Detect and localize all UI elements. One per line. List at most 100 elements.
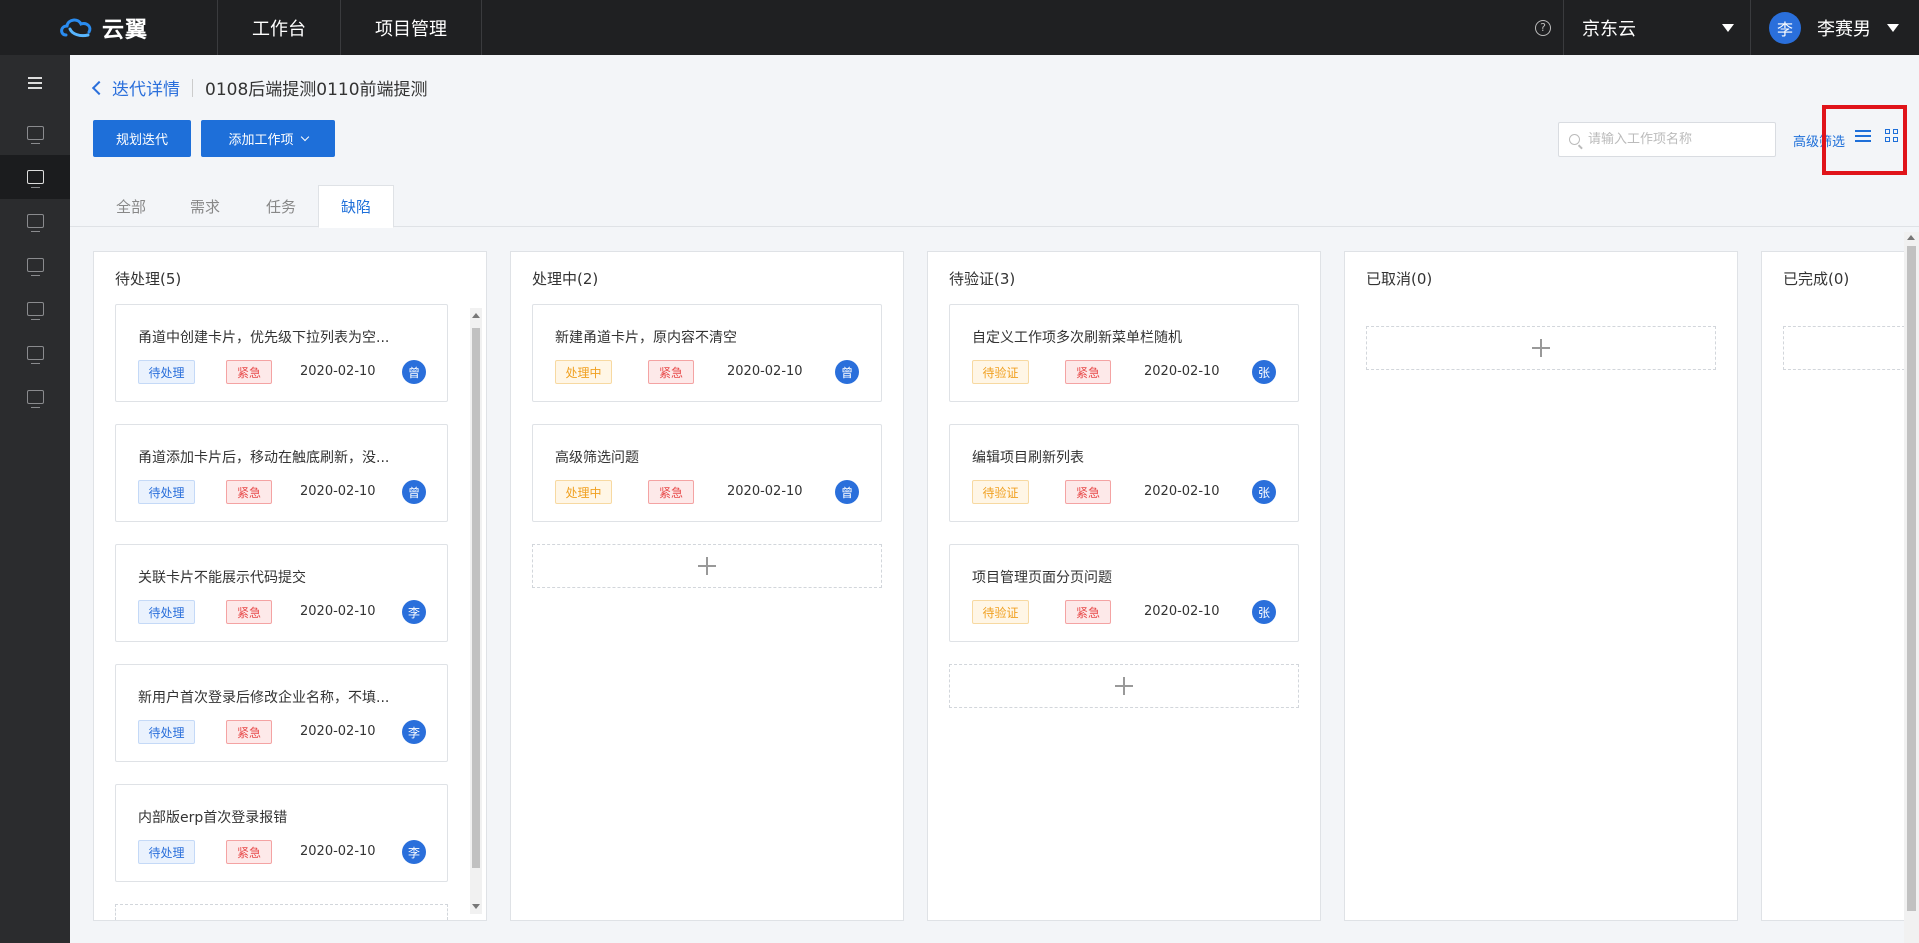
column-title: 已取消(0) [1366,270,1433,288]
defect-card[interactable]: 内部版erp首次登录报错 待处理 紧急 2020-02-10 李 [115,784,448,882]
status-badge: 待验证 [972,600,1029,624]
sidebar-item-requirements[interactable] [0,199,70,243]
assignee-avatar: 曾 [835,480,859,504]
card-date: 2020-02-10 [300,604,376,619]
card-title: 新用户首次登录后修改企业名称，不填... [138,690,390,706]
sidebar-item-dashboard[interactable] [0,111,70,155]
card-title: 内部版erp首次登录报错 [138,810,288,826]
sidebar [0,55,70,943]
card-date: 2020-02-10 [727,364,803,379]
column-scrollbar[interactable] [470,308,482,914]
assignee-avatar: 李 [402,720,426,744]
defect-card[interactable]: 项目管理页面分页问题 待验证 紧急 2020-02-10 张 [949,544,1299,642]
card-title: 关联卡片不能展示代码提交 [138,570,306,586]
card-title: 甬道添加卡片后，移动在触底刷新，没... [138,450,390,466]
add-card-button[interactable] [115,904,448,920]
column-title: 待处理(5) [115,270,182,288]
card-date: 2020-02-10 [300,364,376,379]
defect-card[interactable]: 编辑项目刷新列表 待验证 紧急 2020-02-10 张 [949,424,1299,522]
assignee-avatar: 曾 [402,480,426,504]
search-input[interactable] [1588,132,1768,147]
defect-card[interactable]: 新用户首次登录后修改企业名称，不填... 待处理 紧急 2020-02-10 李 [115,664,448,762]
document-icon [26,214,44,232]
priority-badge: 紧急 [226,840,272,864]
tab-all[interactable]: 全部 [116,185,146,227]
card-date: 2020-02-10 [300,844,376,859]
caret-down-icon [1722,23,1734,32]
sidebar-item-settings[interactable] [0,375,70,419]
breadcrumb-divider [192,78,193,97]
tab-defects[interactable]: 缺陷 [318,185,395,228]
nav-project-management[interactable]: 项目管理 [341,0,482,55]
assignee-avatar: 张 [1252,480,1276,504]
assignee-avatar: 李 [402,600,426,624]
defect-card[interactable]: 新建甬道卡片，原内容不清空 处理中 紧急 2020-02-10 曾 [532,304,882,402]
bug-report-icon [26,302,44,320]
chart-icon [26,346,44,364]
card-title: 新建甬道卡片，原内容不清空 [555,330,737,346]
page-title: 0108后端提测0110前端提测 [205,80,428,100]
tab-requirements[interactable]: 需求 [190,185,220,227]
back-link[interactable]: 迭代详情 [91,75,180,100]
add-work-item-label: 添加工作项 [228,133,294,148]
scroll-thumb[interactable] [1907,246,1916,911]
plan-iteration-button[interactable]: 规划迭代 [93,120,191,157]
defect-card[interactable]: 高级筛选问题 处理中 紧急 2020-02-10 曾 [532,424,882,522]
breadcrumb: 迭代详情 0108后端提测0110前端提测 [91,75,428,100]
status-badge: 待处理 [138,840,195,864]
menu-icon [28,77,42,89]
card-date: 2020-02-10 [1144,604,1220,619]
help-icon: ? [1535,19,1551,36]
card-title: 编辑项目刷新列表 [972,450,1084,466]
card-title: 甬道中创建卡片，优先级下拉列表为空... [138,330,390,346]
nav-workbench[interactable]: 工作台 [218,0,341,55]
caret-down-icon [1887,23,1899,32]
scroll-thumb[interactable] [472,328,480,868]
sidebar-item-reports[interactable] [0,331,70,375]
add-card-button[interactable] [1783,326,1905,370]
sidebar-toggle[interactable] [0,55,70,111]
sidebar-item-tasks[interactable] [0,243,70,287]
sidebar-item-iteration[interactable] [0,155,70,199]
column-title: 已完成(0) [1783,270,1850,288]
cloud-logo-icon [60,18,92,37]
assignee-avatar: 张 [1252,360,1276,384]
screen-settings-icon [26,390,44,408]
priority-badge: 紧急 [1065,480,1111,504]
card-date: 2020-02-10 [1144,484,1220,499]
add-card-button[interactable] [949,664,1299,708]
priority-badge: 紧急 [226,360,272,384]
board-icon [26,170,44,188]
board-column-completed: 已完成(0) [1761,251,1905,921]
org-switcher[interactable]: 京东云 [1563,0,1751,55]
board-scrollbar[interactable] [1904,232,1919,943]
sidebar-item-defects[interactable] [0,287,70,331]
defect-card[interactable]: 关联卡片不能展示代码提交 待处理 紧急 2020-02-10 李 [115,544,448,642]
plus-icon [1115,677,1133,695]
top-bar: 云翼 工作台 项目管理 ? 京东云 李 李赛男 [0,0,1919,55]
add-card-button[interactable] [1366,326,1716,370]
priority-badge: 紧急 [226,720,272,744]
user-menu[interactable]: 李 李赛男 [1751,0,1919,55]
help-button[interactable]: ? [1523,0,1563,55]
back-label: 迭代详情 [112,80,180,100]
add-work-item-button[interactable]: 添加工作项 [201,120,335,157]
defect-card[interactable]: 自定义工作项多次刷新菜单栏随机 待验证 紧急 2020-02-10 张 [949,304,1299,402]
priority-badge: 紧急 [1065,600,1111,624]
status-badge: 处理中 [555,480,612,504]
app-logo[interactable]: 云翼 [0,0,218,55]
main-content: 迭代详情 0108后端提测0110前端提测 规划迭代 添加工作项 高级筛选 全部… [70,55,1919,943]
chevron-left-icon [91,80,107,95]
defect-card[interactable]: 甬道中创建卡片，优先级下拉列表为空... 待处理 紧急 2020-02-10 曾 [115,304,448,402]
defect-card[interactable]: 甬道添加卡片后，移动在触底刷新，没... 待处理 紧急 2020-02-10 曾 [115,424,448,522]
plus-icon [698,557,716,575]
status-badge: 待处理 [138,720,195,744]
card-title: 项目管理页面分页问题 [972,570,1112,586]
assignee-avatar: 李 [402,840,426,864]
search-box[interactable] [1558,122,1776,157]
avatar: 李 [1769,11,1801,44]
priority-badge: 紧急 [648,480,694,504]
add-card-button[interactable] [532,544,882,588]
scroll-up-icon [472,313,480,318]
tab-tasks[interactable]: 任务 [266,185,296,227]
